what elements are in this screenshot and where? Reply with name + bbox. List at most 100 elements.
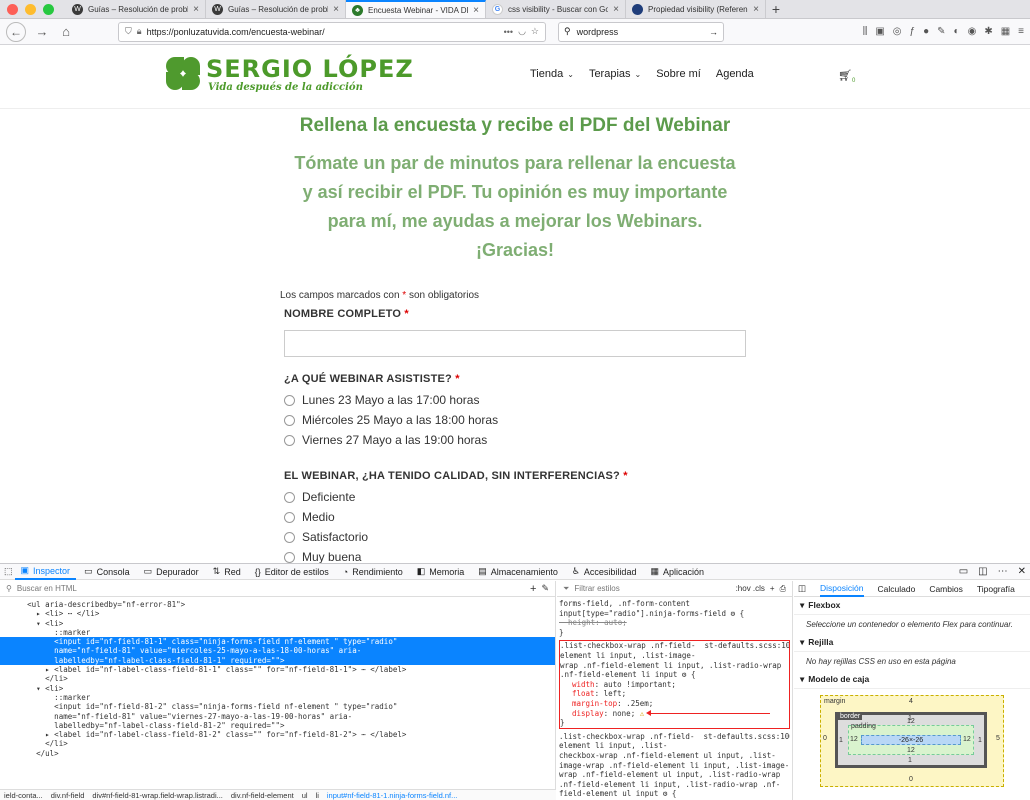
close-tab-icon[interactable]: × <box>613 4 619 15</box>
close-tab-icon[interactable]: × <box>753 4 759 15</box>
tab-network[interactable]: ⇅ Red <box>207 564 247 580</box>
breadcrumb-item[interactable]: div#nf-field-81-wrap.field-wrap.listradi… <box>92 791 222 800</box>
more-icon[interactable]: ••• <box>504 27 513 37</box>
minimize-window-button[interactable] <box>25 3 36 15</box>
close-tab-icon[interactable]: × <box>333 4 339 15</box>
add-rule-icon[interactable]: + <box>770 584 775 593</box>
tab-layout[interactable]: Disposición <box>820 581 864 597</box>
flexbox-section-header[interactable]: ▾ Flexbox <box>794 597 1030 615</box>
padding-top-value[interactable]: 12 <box>907 718 915 725</box>
tab-inspector[interactable]: ▣ Inspector <box>14 564 77 580</box>
quality-option-3[interactable]: Satisfactorio <box>284 530 368 544</box>
tab-fonts[interactable]: Tipografía <box>977 584 1015 594</box>
site-logo[interactable]: SERGIO LÓPEZ Vida después de la adicción <box>164 55 414 93</box>
forward-button[interactable]: → <box>34 24 50 39</box>
styles-filter-input[interactable]: Filtrar estilos <box>574 584 730 593</box>
quality-option-1[interactable]: Deficiente <box>284 490 355 504</box>
radio-button[interactable] <box>284 491 295 503</box>
radio-button[interactable] <box>284 531 295 543</box>
menu-item-tienda[interactable]: Tienda ⌄ <box>530 68 574 80</box>
quality-option-4[interactable]: Muy buena <box>284 550 361 563</box>
warning-icon[interactable]: ⚠ <box>635 709 645 718</box>
html-search-input[interactable]: Buscar en HTML <box>17 584 525 593</box>
close-tab-icon[interactable]: × <box>473 5 479 16</box>
lock-icon[interactable]: 🔒︎ <box>137 26 142 37</box>
name-input[interactable] <box>284 330 746 357</box>
radio-button[interactable] <box>284 394 295 406</box>
tab-application[interactable]: ▦ Aplicación <box>644 564 710 580</box>
webinar-option-1[interactable]: Lunes 23 Mayo a las 17:00 horas <box>284 393 479 407</box>
pick-element-icon[interactable]: ⬚ <box>4 566 13 577</box>
markup-node[interactable]: </li> <box>0 739 555 748</box>
menu-item-terapias[interactable]: Terapias ⌄ <box>589 68 641 80</box>
pocket-icon[interactable]: ◡ <box>518 26 526 37</box>
markup-node[interactable]: </ul> <box>0 749 555 758</box>
quality-option-2[interactable]: Medio <box>284 510 335 524</box>
markup-node[interactable]: ::marker <box>0 693 555 702</box>
tab-console[interactable]: ▭ Consola <box>78 564 136 580</box>
markup-node[interactable]: </li> <box>0 674 555 683</box>
extension-icon[interactable]: ◎ <box>893 26 902 37</box>
breadcrumb-item[interactable]: input#nf-field-81-1.ninja-forms-field.nf… <box>327 791 457 800</box>
eyedropper-icon[interactable]: ✎ <box>541 583 549 594</box>
html-search[interactable]: ⚲ Buscar en HTML + ✎ <box>0 581 555 597</box>
breadcrumb-item[interactable]: ield-conta... <box>4 791 43 800</box>
browser-tab-5[interactable]: Propiedad visibility (Referencia × <box>626 0 766 18</box>
maximize-window-button[interactable] <box>43 3 54 15</box>
tab-accessibility[interactable]: ♿︎ Accesibilidad <box>566 564 643 580</box>
dock-icon[interactable]: ◫ <box>978 566 987 577</box>
boxmodel-section-header[interactable]: ▾ Modelo de caja <box>794 671 1030 689</box>
add-node-icon[interactable]: + <box>530 583 536 595</box>
css-declaration[interactable]: display: none; ⚠ <box>560 709 789 719</box>
markup-node[interactable]: name="nf-field-81" value="miercoles-25-m… <box>0 646 555 656</box>
pseudo-class-toggles[interactable]: :hov .cls <box>736 584 765 593</box>
grid-section-header[interactable]: ▾ Rejilla <box>794 634 1030 652</box>
breadcrumb-item[interactable]: div.nf-field-element <box>231 791 294 800</box>
browser-tab-3[interactable]: ♣ Encuesta Webinar - VIDA DESP × <box>346 0 486 18</box>
back-button[interactable]: ← <box>6 21 26 42</box>
css-declaration[interactable]: margin-top: .25em; <box>560 699 789 709</box>
markup-node[interactable]: ::marker <box>0 628 555 637</box>
bookmark-star-icon[interactable]: ☆ <box>531 26 539 37</box>
close-tab-icon[interactable]: × <box>193 4 199 15</box>
toggle-sidebar-icon[interactable]: ◫ <box>798 583 806 594</box>
content-box[interactable]: -26×-26 <box>861 735 961 745</box>
markup-node[interactable]: ▾ <li> <box>0 684 555 693</box>
browser-tab-4[interactable]: G css visibility - Buscar con Goo × <box>486 0 626 18</box>
markup-node[interactable]: ▸ <label id="nf-label-class-field-81-1" … <box>0 665 555 674</box>
markup-node[interactable]: labelledby="nf-label-class-field-81-2" r… <box>0 721 555 730</box>
markup-node[interactable]: ▾ <li> <box>0 619 555 628</box>
radio-button[interactable] <box>284 551 295 563</box>
url-text[interactable]: https://ponluzatuvida.com/encuesta-webin… <box>147 27 499 37</box>
search-input[interactable]: wordpress <box>577 27 703 37</box>
close-devtools-icon[interactable]: ✕ <box>1018 566 1026 577</box>
markup-node[interactable]: <input id="nf-field-81-1" class="ninja-f… <box>0 637 555 647</box>
border-bottom-value[interactable]: 1 <box>908 757 912 764</box>
extension-icon[interactable]: ◐ <box>954 26 960 37</box>
markup-node[interactable]: labelledby="nf-label-class-field-81-1" r… <box>0 655 555 666</box>
tab-memory[interactable]: ◧ Memoria <box>411 564 471 580</box>
padding-left-value[interactable]: 12 <box>850 736 858 743</box>
webinar-option-2[interactable]: Miércoles 25 Mayo a las 18:00 horas <box>284 413 498 427</box>
tab-computed[interactable]: Calculado <box>878 584 916 594</box>
tab-style-editor[interactable]: {} Editor de estilos <box>249 564 335 580</box>
margin-left-value[interactable]: 0 <box>823 735 827 742</box>
extension-icon[interactable]: ● <box>923 26 929 37</box>
css-declaration[interactable]: float: left; <box>560 689 789 699</box>
margin-bottom-value[interactable]: 0 <box>909 776 913 783</box>
padding-right-value[interactable]: 12 <box>963 736 971 743</box>
print-icon[interactable]: ⎙ <box>780 584 786 594</box>
shield-icon[interactable]: ⛉ <box>125 26 132 37</box>
breadcrumb-item[interactable]: ul <box>302 791 308 800</box>
margin-top-value[interactable]: 4 <box>909 698 913 705</box>
border-right-value[interactable]: 1 <box>978 737 982 744</box>
border-left-value[interactable]: 1 <box>839 737 843 744</box>
sidebar-icon[interactable]: ▣ <box>875 26 884 37</box>
margin-right-value[interactable]: 5 <box>996 735 1000 742</box>
tab-changes[interactable]: Cambios <box>929 584 963 594</box>
search-bar[interactable]: ⚲ wordpress → <box>558 21 724 42</box>
options-icon[interactable]: ⋯ <box>998 566 1008 577</box>
markup-node[interactable]: ▸ <li> ⋯ </li> <box>0 609 555 618</box>
function-icon[interactable]: ƒ <box>910 26 916 37</box>
extension-icon[interactable]: ▦ <box>1001 26 1010 37</box>
